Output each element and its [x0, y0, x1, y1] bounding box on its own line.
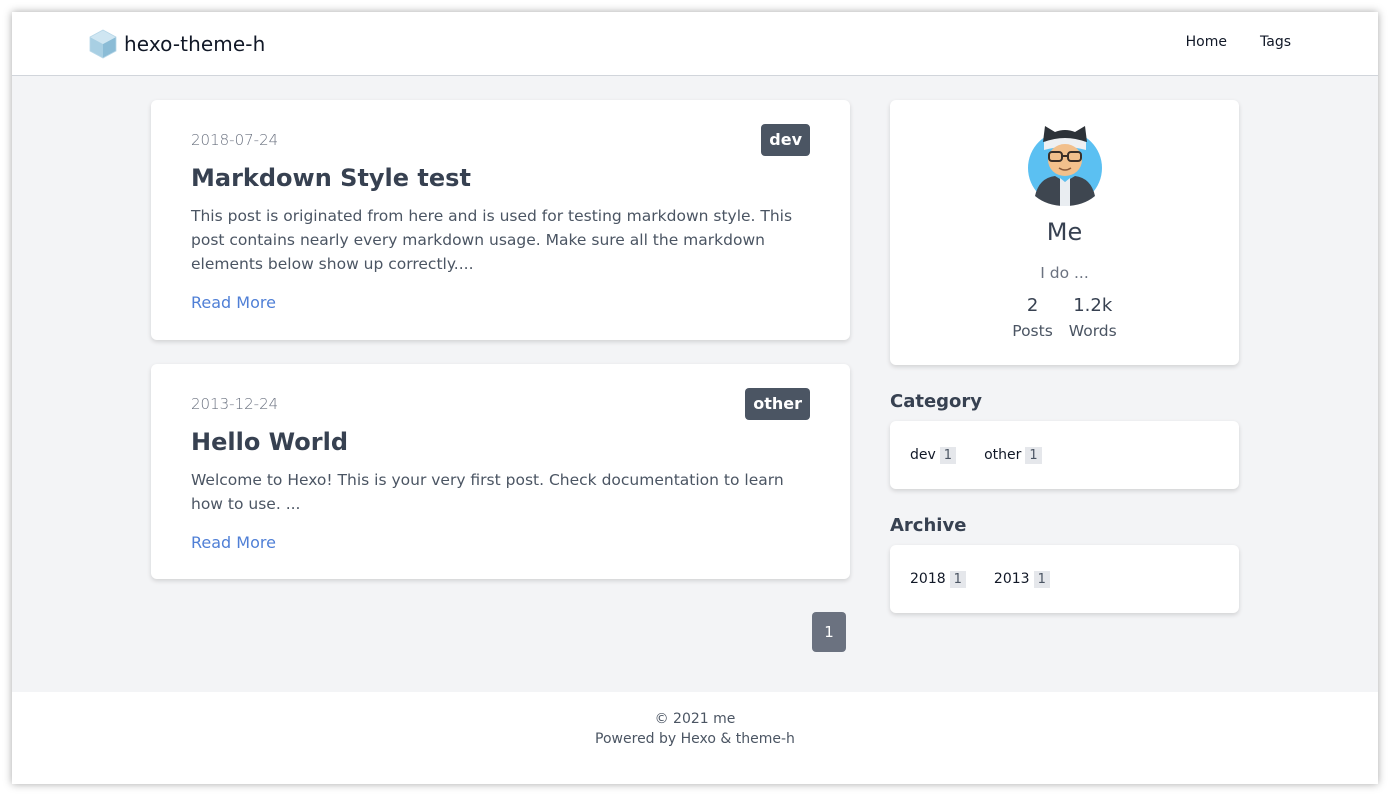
cube-icon: [89, 29, 117, 59]
post-date: 2013-12-24: [191, 395, 279, 413]
category-count: 1: [1025, 446, 1042, 464]
profile-name: Me: [1046, 218, 1083, 246]
category-label: dev: [910, 447, 936, 463]
browser-viewport: hexo-theme-h Home Tags 2018-07-24 dev Ma…: [12, 12, 1378, 784]
site-name: hexo-theme-h: [124, 32, 266, 56]
post-card: 2013-12-24 other Hello World Welcome to …: [151, 364, 850, 579]
profile-card: Me I do ... 2 Posts 1.2k Words: [890, 100, 1239, 365]
post-excerpt: Welcome to Hexo! This is your very first…: [191, 471, 784, 513]
avatar: [1028, 126, 1102, 206]
main-nav: Home Tags: [1186, 34, 1291, 50]
post-title[interactable]: Markdown Style test: [191, 164, 471, 192]
category-label: other: [984, 447, 1022, 463]
archive-label: 2018: [910, 571, 946, 587]
post-card: 2018-07-24 dev Markdown Style test This …: [151, 100, 850, 340]
site-brand[interactable]: hexo-theme-h: [87, 28, 265, 60]
footer-copyright: © 2021 me: [654, 711, 736, 727]
stat-words: 1.2k Words: [1069, 294, 1117, 344]
stat-value: 2: [1026, 295, 1039, 316]
archive-count: 1: [949, 570, 966, 588]
stat-label: Words: [1068, 322, 1117, 340]
stat-value: 1.2k: [1073, 295, 1113, 316]
category-card: dev 1 other 1: [890, 421, 1239, 489]
nav-tags-link[interactable]: Tags: [1260, 34, 1291, 50]
profile-stats: 2 Posts 1.2k Words: [890, 294, 1239, 344]
post-excerpt: This post is originated from here and is…: [191, 207, 793, 273]
archive-heading: Archive: [890, 515, 967, 536]
archive-label: 2013: [993, 571, 1030, 587]
profile-bio: I do ...: [1040, 264, 1089, 282]
post-tag-badge[interactable]: other: [745, 388, 810, 420]
footer-powered-by: Powered by Hexo & theme-h: [595, 731, 795, 747]
category-count: 1: [939, 446, 957, 464]
site-footer: © 2021 me Powered by Hexo & theme-h: [12, 692, 1378, 784]
archive-item-2013[interactable]: 2013 1: [993, 570, 1050, 588]
site-header: hexo-theme-h Home Tags: [12, 12, 1378, 76]
post-title[interactable]: Hello World: [191, 428, 348, 456]
category-item-other[interactable]: other 1: [984, 446, 1042, 464]
read-more-link[interactable]: Read More: [191, 293, 276, 312]
category-heading: Category: [890, 391, 983, 412]
archive-item-2018[interactable]: 2018 1: [910, 570, 966, 588]
category-item-dev[interactable]: dev 1: [910, 446, 957, 464]
archive-card: 2018 1 2013 1: [890, 545, 1239, 613]
post-date: 2018-07-24: [191, 131, 279, 149]
pagination-page-button[interactable]: 1: [812, 612, 846, 652]
archive-count: 1: [1033, 570, 1050, 588]
stat-posts: 2 Posts: [1012, 294, 1053, 344]
post-tag-badge[interactable]: dev: [761, 124, 810, 156]
read-more-link[interactable]: Read More: [191, 533, 276, 552]
nav-home-link[interactable]: Home: [1186, 34, 1227, 50]
stat-label: Posts: [1012, 322, 1053, 340]
